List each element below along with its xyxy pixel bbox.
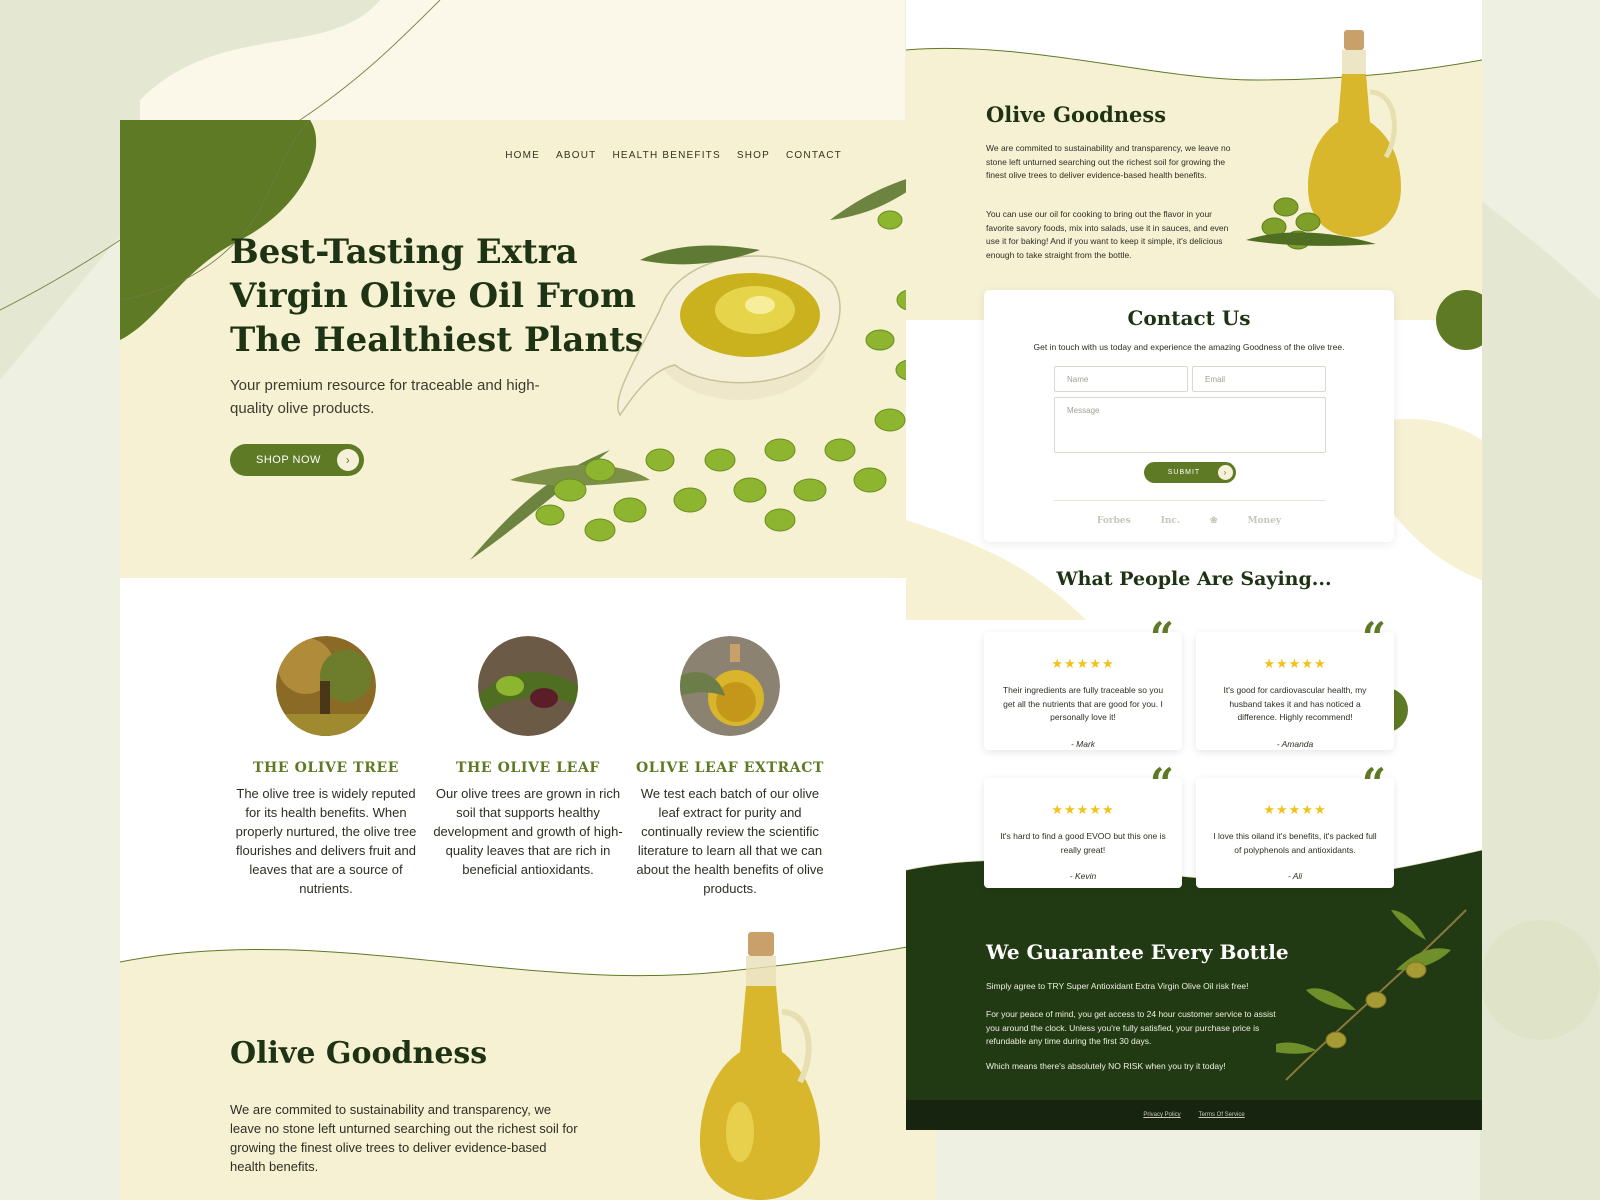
- shop-now-label: SHOP NOW: [256, 454, 321, 466]
- name-field[interactable]: Name: [1054, 366, 1188, 392]
- olive-goodness-section: Olive Goodness We are commited to sustai…: [120, 932, 936, 1200]
- right-olive-goodness-title: Olive Goodness: [986, 102, 1167, 127]
- testimonial-card: “ ★★★★★ It's good for cardiovascular hea…: [1196, 617, 1394, 750]
- feature-olive-tree: THE OLIVE TREE The olive tree is widely …: [228, 636, 424, 938]
- feature-text: We test each batch of our olive leaf ext…: [636, 786, 824, 896]
- testimonial-text: Their ingredients are fully traceable so…: [1002, 685, 1164, 722]
- feature-title: THE OLIVE TREE: [253, 760, 399, 776]
- contact-subtitle: Get in touch with us today and experienc…: [1033, 342, 1345, 352]
- olive-tree-image: [276, 636, 376, 736]
- feature-text: Our olive trees are grown in rich soil t…: [433, 786, 623, 877]
- guarantee-text-2: For your peace of mind, you get access t…: [986, 1009, 1276, 1046]
- money-logo: Money: [1247, 516, 1282, 526]
- olive-branch-image: [1276, 909, 1467, 1081]
- quote-icon: “: [1361, 759, 1386, 808]
- divider: [1054, 500, 1326, 501]
- contact-card: Contact Us Get in touch with us today an…: [984, 290, 1394, 542]
- footer: Privacy Policy Terms Of Service: [906, 1100, 1482, 1130]
- inc-logo: Inc.: [1160, 516, 1181, 526]
- star-rating: ★★★★★: [1051, 802, 1115, 817]
- press-logos: Forbes Inc. ❀ Money: [984, 516, 1394, 526]
- olive-goodness-text: We are commited to sustainability and tr…: [230, 1102, 578, 1174]
- testimonials-title: What People Are Saying...: [1056, 568, 1332, 590]
- landing-page-left: HOME ABOUT HEALTH BENEFITS SHOP CONTACT …: [120, 120, 936, 1200]
- quote-icon: “: [1361, 613, 1386, 662]
- testimonial-card: “ ★★★★★ Their ingredients are fully trac…: [984, 617, 1182, 750]
- footer-links: Privacy Policy Terms Of Service: [906, 1112, 1482, 1118]
- message-field[interactable]: Message: [1054, 397, 1326, 453]
- olive-oil-bottle-image: [700, 932, 820, 1200]
- guarantee-section: We Guarantee Every Bottle Simply agree t…: [906, 850, 1482, 1130]
- landing-page-right: Olive Goodness We are commited to sustai…: [906, 0, 1482, 1130]
- right-olive-goodness-text-2: You can use our oil for cooking to bring…: [986, 209, 1229, 260]
- testimonial-text: It's good for cardiovascular health, my …: [1223, 685, 1367, 722]
- privacy-policy-link[interactable]: Privacy Policy: [1143, 1112, 1180, 1118]
- email-field[interactable]: Email: [1192, 366, 1326, 392]
- feature-olive-leaf: THE OLIVE LEAF Our olive trees are grown…: [430, 636, 626, 938]
- chevron-right-icon: ›: [337, 449, 359, 471]
- terms-of-service-link[interactable]: Terms Of Service: [1199, 1112, 1245, 1118]
- shop-now-button[interactable]: SHOP NOW ›: [230, 444, 364, 476]
- submit-button[interactable]: SUBMIT ›: [1144, 462, 1236, 483]
- olive-leaf-image: [478, 636, 578, 736]
- star-rating: ★★★★★: [1263, 656, 1327, 671]
- contact-title: Contact Us: [1127, 306, 1251, 330]
- features-section: THE OLIVE TREE The olive tree is widely …: [120, 578, 936, 938]
- forbes-logo: Forbes: [1096, 516, 1131, 526]
- feature-olive-leaf-extract: OLIVE LEAF EXTRACT We test each batch of…: [632, 636, 828, 938]
- star-rating: ★★★★★: [1051, 656, 1115, 671]
- nbc-logo: ❀: [1210, 516, 1218, 526]
- feature-title: THE OLIVE LEAF: [456, 760, 600, 776]
- testimonial-author: - Mark: [1070, 738, 1096, 749]
- star-rating: ★★★★★: [1263, 802, 1327, 817]
- guarantee-title: We Guarantee Every Bottle: [986, 940, 1289, 964]
- submit-label: SUBMIT: [1167, 469, 1201, 476]
- quote-icon: “: [1149, 759, 1174, 808]
- quote-icon: “: [1149, 613, 1174, 662]
- testimonial-author: - Amanda: [1276, 738, 1314, 749]
- guarantee-text-1: Simply agree to TRY Super Antioxidant Ex…: [986, 981, 1249, 991]
- olive-leaf-extract-image: [680, 636, 780, 736]
- hero-section: HOME ABOUT HEALTH BENEFITS SHOP CONTACT …: [120, 120, 936, 578]
- olive-goodness-title: Olive Goodness: [230, 1036, 488, 1071]
- feature-text: The olive tree is widely reputed for its…: [235, 786, 417, 896]
- olive-oil-bottle-image: [1246, 30, 1401, 250]
- guarantee-text-3: Which means there's absolutely NO RISK w…: [986, 1061, 1226, 1071]
- chevron-right-icon: ›: [1218, 465, 1233, 480]
- olive-oil-bowl-image: [470, 170, 936, 560]
- feature-title: OLIVE LEAF EXTRACT: [636, 760, 824, 776]
- right-olive-goodness-text-1: We are commited to sustainability and tr…: [986, 143, 1231, 180]
